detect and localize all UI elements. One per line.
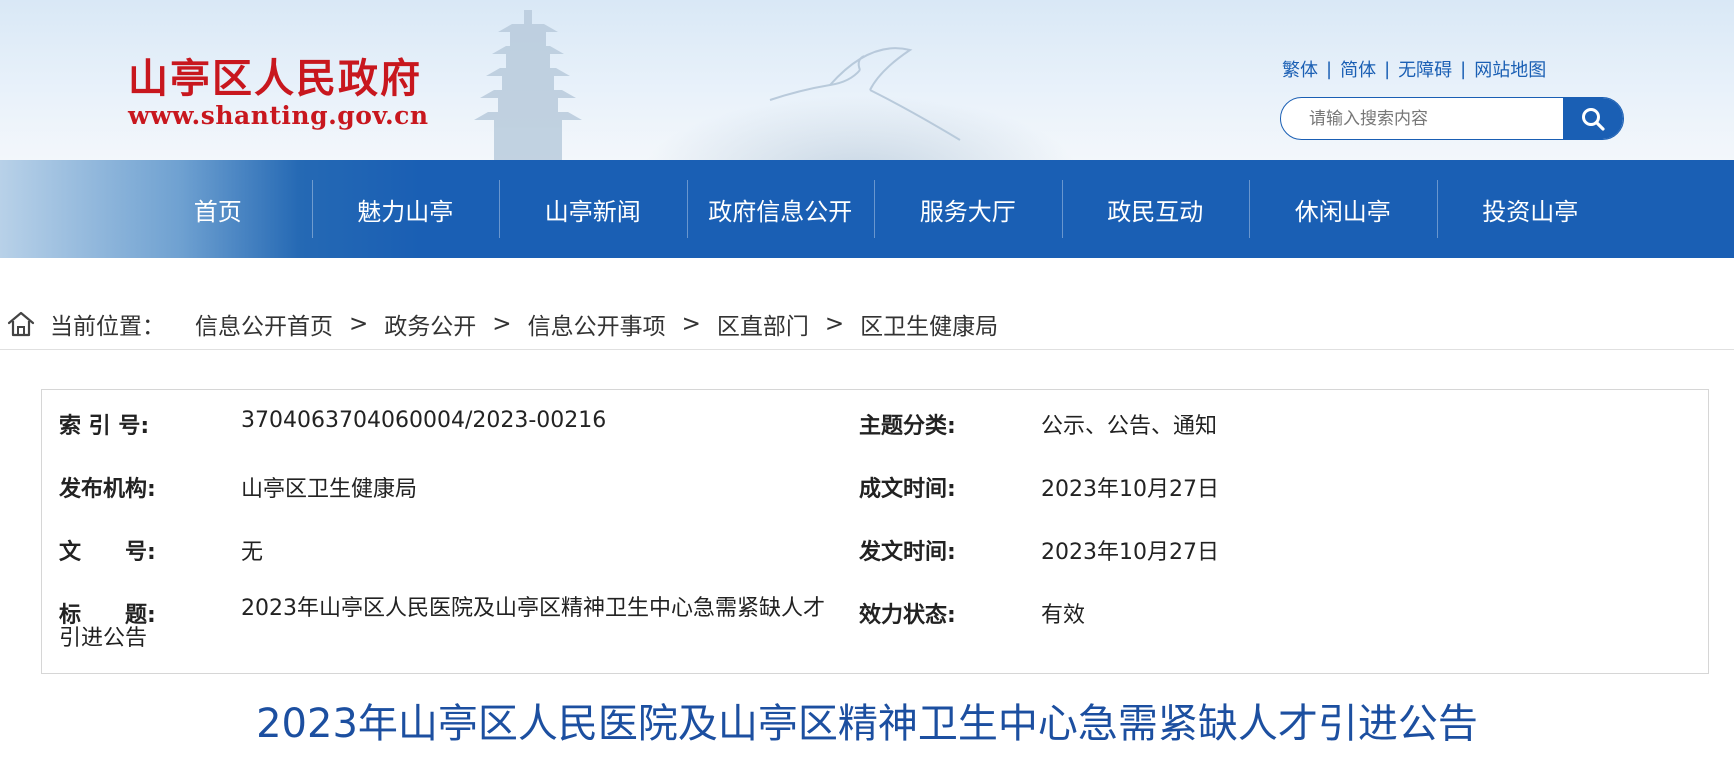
site-url: www.shanting.gov.cn (128, 101, 429, 130)
breadcrumb: 当前位置： 信息公开首页 > 政务公开 > 信息公开事项 > 区直部门 > 区卫… (0, 298, 1734, 350)
link-separator: | (1384, 58, 1391, 80)
link-simplified[interactable]: 简体 (1340, 56, 1376, 82)
published-label: 发文时间: (859, 540, 956, 565)
breadcrumb-item[interactable]: 区卫生健康局 (860, 307, 998, 341)
docno-label: 文 号: (59, 540, 156, 565)
topic-value: 公示、公告、通知 (1041, 414, 1218, 439)
link-accessibility[interactable]: 无障碍 (1398, 56, 1452, 82)
site-name: 山亭区人民政府 (128, 55, 422, 102)
nav-investment[interactable]: 投资山亭 (1436, 160, 1625, 258)
nav-interaction[interactable]: 政民互动 (1061, 160, 1250, 258)
breadcrumb-separator: > (349, 310, 369, 337)
topic-label: 主题分类: (859, 414, 956, 439)
index-value: 3704063704060004/2023-00216 (241, 408, 607, 433)
nav-charm[interactable]: 魅力山亭 (311, 160, 500, 258)
created-value: 2023年10月27日 (1041, 477, 1219, 502)
crane-illustration (769, 47, 961, 141)
search-button[interactable] (1563, 98, 1623, 139)
link-separator: | (1460, 58, 1467, 80)
breadcrumb-item[interactable]: 政务公开 (384, 307, 476, 341)
status-label: 效力状态: (859, 603, 956, 628)
created-label: 成文时间: (859, 477, 956, 502)
breadcrumb-separator: > (681, 310, 701, 337)
title-value: 2023年山亭区人民医院及山亭区精神卫生中心急需紧缺人才引进公告 (59, 596, 825, 651)
article-title: 2023年山亭区人民医院及山亭区精神卫生中心急需紧缺人才引进公告 (256, 701, 1478, 747)
breadcrumb-item[interactable]: 区直部门 (717, 307, 809, 341)
search-input[interactable] (1281, 98, 1563, 139)
search-box (1280, 97, 1624, 140)
docno-value: 无 (241, 540, 264, 565)
nav-leisure[interactable]: 休闲山亭 (1249, 160, 1437, 258)
document-meta-box: 索 引 号: 3704063704060004/2023-00216 主题分类:… (41, 389, 1709, 674)
site-header: 山亭区人民政府 www.shanting.gov.cn 繁体 | 简体 | 无障… (0, 0, 1734, 160)
breadcrumb-label: 当前位置： (50, 313, 165, 340)
link-traditional[interactable]: 繁体 (1282, 56, 1318, 82)
breadcrumb-separator: > (824, 310, 845, 337)
breadcrumb-item[interactable]: 信息公开事项 (528, 307, 666, 341)
nav-home[interactable]: 首页 (124, 160, 312, 258)
pagoda-illustration (474, 10, 582, 160)
published-value: 2023年10月27日 (1041, 540, 1219, 565)
search-icon (1582, 107, 1605, 131)
nav-service-hall[interactable]: 服务大厅 (874, 160, 1062, 258)
link-sitemap[interactable]: 网站地图 (1474, 56, 1546, 82)
nav-news[interactable]: 山亭新闻 (499, 160, 687, 258)
home-icon[interactable] (6, 309, 36, 339)
status-value: 有效 (1041, 603, 1086, 628)
main-nav: 首页 魅力山亭 山亭新闻 政府信息公开 服务大厅 政民互动 休闲山亭 投资山亭 (0, 160, 1734, 258)
nav-gov-info[interactable]: 政府信息公开 (686, 160, 875, 258)
breadcrumb-item[interactable]: 信息公开首页 (195, 307, 333, 341)
breadcrumb-separator: > (492, 310, 512, 337)
index-label: 索 引 号: (59, 414, 150, 439)
org-label: 发布机构: (59, 477, 156, 502)
link-separator: | (1326, 58, 1333, 80)
org-value: 山亭区卫生健康局 (241, 477, 418, 502)
top-links: 繁体 | 简体 | 无障碍 | 网站地图 (1282, 56, 1546, 82)
site-logo[interactable]: 山亭区人民政府 www.shanting.gov.cn (128, 56, 429, 130)
